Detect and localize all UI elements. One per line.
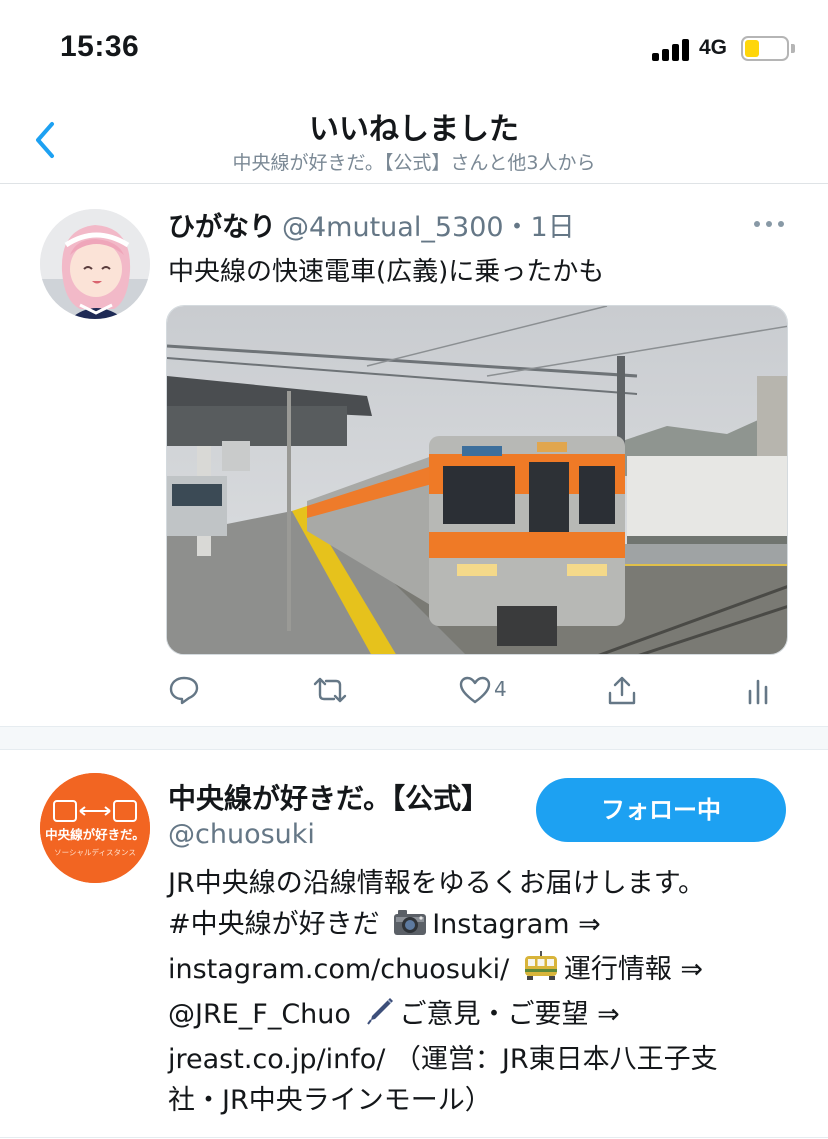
bio-line: jreast.co.jp/info/ （運営：JR東日本八王子支: [168, 1044, 718, 1075]
retweet-button[interactable]: [312, 675, 348, 705]
author-name[interactable]: ひがなり: [168, 212, 276, 243]
bio-line: #中央線が好きだ Instagram ⇒: [168, 904, 808, 949]
like-count: 4: [494, 677, 507, 701]
logo-subtext: ソーシャルディスタンス: [54, 847, 136, 857]
avatar[interactable]: [40, 209, 150, 319]
tweet-header: ひがなり @4mutual_5300・1日: [168, 205, 575, 244]
network-label: 4G: [699, 36, 728, 59]
tweet-text: 中央線の快速電車(広義)に乗ったかも: [168, 257, 605, 287]
bottom-divider: [0, 1137, 828, 1138]
reply-icon: [169, 676, 199, 705]
tweet-photo[interactable]: [166, 305, 788, 655]
logo-text: 中央線が好きだ。: [45, 827, 145, 842]
profile-handle: @chuosuki: [168, 819, 315, 850]
mention-link[interactable]: @JRE_F_Chuo: [168, 999, 360, 1030]
bio-line: instagram.com/chuosuki/ 運行情報 ⇒: [168, 949, 808, 994]
avatar-image: [40, 209, 150, 319]
chuosuki-logo: 中央線が好きだ。 ソーシャルディスタンス: [40, 773, 150, 883]
tweet-actions: 4: [0, 675, 828, 705]
retweet-icon: [313, 677, 347, 703]
battery-tip: [791, 44, 795, 53]
heart-icon: [459, 676, 491, 704]
bio-text: Instagram ⇒: [432, 909, 601, 940]
following-button[interactable]: フォロー中: [536, 778, 786, 842]
user-card[interactable]: 中央線が好きだ。 ソーシャルディスタンス 中央線が好きだ。【公式】 @chuos…: [0, 751, 828, 1139]
analytics-button[interactable]: [746, 675, 772, 705]
profile-bio: JR中央線の沿線情報をゆるくお届けします。 #中央線が好きだ Instagram…: [168, 863, 808, 1121]
instagram-link[interactable]: instagram.com/chuosuki/: [168, 954, 518, 985]
avatar[interactable]: 中央線が好きだ。 ソーシャルディスタンス: [40, 773, 150, 883]
share-icon: [608, 676, 636, 705]
tram-icon: [522, 950, 560, 994]
reply-button[interactable]: [168, 675, 200, 705]
nav-header: いいねしました 中央線が好きだ。【公式】さんと他3人から: [0, 96, 828, 184]
status-time: 15:36: [60, 30, 140, 63]
bio-line: 社・JR中央ラインモール）: [168, 1085, 492, 1116]
analytics-icon: [748, 679, 768, 705]
section-divider: [0, 726, 828, 750]
battery-icon: [741, 36, 789, 61]
pen-icon: [364, 995, 396, 1039]
tweet-card[interactable]: ひがなり@4mutual_5300・1日 中央線の快速電車(広義)に乗ったかも: [0, 185, 828, 725]
bio-line: @JRE_F_Chuo ご意見・ご要望 ⇒: [168, 994, 808, 1039]
profile-name[interactable]: 中央線が好きだ。【公式】: [168, 777, 489, 817]
page-title: いいねしました: [309, 112, 519, 147]
more-options-icon[interactable]: [752, 219, 786, 229]
camera-icon: [392, 907, 428, 949]
train-photo: [167, 306, 787, 654]
bio-text: 運行情報 ⇒: [563, 954, 704, 985]
page-subtitle: 中央線が好きだ。【公式】さんと他3人から: [232, 152, 596, 174]
signal-icon: [652, 37, 692, 61]
author-handle-time: @4mutual_5300・1日: [282, 212, 575, 243]
bio-text: ご意見・ご要望 ⇒: [399, 999, 620, 1030]
like-button[interactable]: 4: [458, 675, 518, 705]
bio-line: JR中央線の沿線情報をゆるくお届けします。: [168, 868, 706, 899]
hashtag-link[interactable]: #中央線が好きだ: [168, 909, 388, 940]
status-bar: 15:36 4G: [0, 0, 828, 96]
share-button[interactable]: [606, 675, 638, 705]
